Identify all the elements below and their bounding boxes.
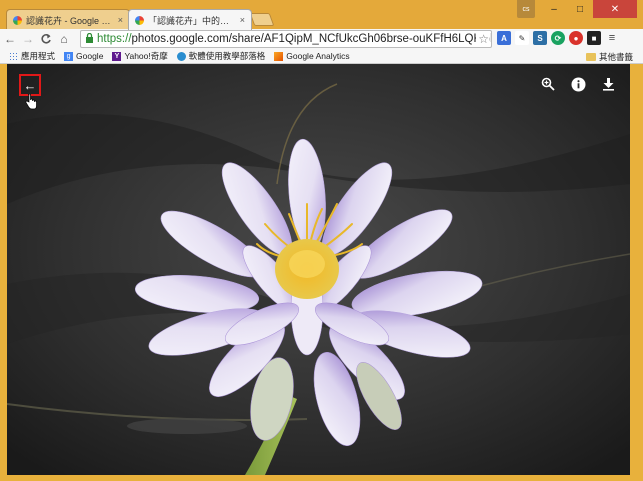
google-icon: g — [64, 51, 74, 61]
bookmark-google[interactable]: g Google — [64, 51, 103, 61]
tab-photos-active[interactable]: 「認識花卉」中的相片 - G × — [128, 9, 252, 30]
google-photos-favicon-icon — [13, 15, 22, 25]
browser-window: 認識花卉 - Google 相簿 × 「認識花卉」中的相片 - G × cs –… — [0, 0, 643, 481]
info-button[interactable] — [570, 76, 586, 92]
hand-cursor-icon — [25, 94, 37, 110]
bookmark-apps[interactable]: 應用程式 — [9, 50, 55, 62]
menu-icon[interactable]: ≡ — [605, 31, 619, 45]
tab-title: 認識花卉 - Google 相簿 — [26, 15, 114, 26]
photo-viewer: ← — [7, 64, 630, 475]
info-icon — [571, 77, 585, 91]
other-bookmarks-label: 其他書籤 — [598, 52, 633, 62]
google-photos-favicon-icon — [135, 15, 144, 25]
bookmark-label: Yahoo!奇摩 — [124, 51, 168, 61]
sync-extension-icon[interactable]: S — [533, 31, 547, 45]
tab-close-icon[interactable]: × — [240, 15, 245, 25]
download-button[interactable] — [600, 76, 616, 92]
back-arrow-button[interactable]: ← — [19, 74, 41, 96]
url-text: photos.google.com/share/AF1QipM_NCfUkcGh… — [131, 33, 492, 45]
extensions: A ✎ S ⟳ ● ■ ≡ — [497, 31, 619, 45]
bookmark-yahoo[interactable]: Y Yahoo!奇摩 — [112, 50, 168, 62]
green-extension-icon[interactable]: ⟳ — [551, 31, 565, 45]
bookmark-label: 軟體使用教學部落格 — [188, 51, 266, 61]
minimize-button[interactable]: – — [541, 0, 567, 18]
user-badge[interactable]: cs — [517, 0, 535, 18]
bookmarks-bar: 應用程式 g Google Y Yahoo!奇摩 軟體使用教學部落格 Googl… — [0, 49, 643, 64]
water-lily-photo — [7, 64, 630, 475]
reload-icon — [41, 34, 51, 44]
bookmark-star-icon[interactable]: ☆ — [476, 32, 489, 46]
maximize-button[interactable]: □ — [567, 0, 593, 18]
close-button[interactable]: ✕ — [593, 0, 637, 18]
tab-title: 「認識花卉」中的相片 - G — [148, 15, 236, 26]
title-bar: 認識花卉 - Google 相簿 × 「認識花卉」中的相片 - G × cs –… — [0, 0, 643, 30]
lock-icon — [85, 32, 94, 46]
download-icon — [602, 78, 614, 91]
folder-icon — [585, 53, 596, 61]
blog-icon — [176, 51, 186, 61]
translate-extension-icon[interactable]: A — [497, 31, 511, 45]
bookmark-label: 應用程式 — [21, 51, 56, 61]
url-scheme: https:// — [97, 33, 132, 45]
dark-extension-icon[interactable]: ■ — [587, 31, 601, 45]
back-button[interactable]: ← — [2, 31, 18, 47]
browser-toolbar: ← → ⌂ https:// photos.google.com/share/A… — [0, 29, 643, 49]
yahoo-icon: Y — [112, 51, 122, 61]
bookmark-label: Google Analytics — [286, 51, 350, 61]
record-extension-icon[interactable]: ● — [569, 31, 583, 45]
zoom-in-icon — [541, 77, 555, 91]
new-tab-button[interactable] — [249, 13, 275, 26]
forward-button[interactable]: → — [20, 31, 36, 47]
zoom-button[interactable] — [540, 76, 556, 92]
tab-album[interactable]: 認識花卉 - Google 相簿 × — [6, 9, 130, 30]
bookmark-blog[interactable]: 軟體使用教學部落格 — [176, 50, 266, 62]
apps-icon — [9, 51, 18, 61]
pen-extension-icon[interactable]: ✎ — [515, 31, 529, 45]
window-controls: cs – □ ✕ — [517, 0, 637, 18]
tab-close-icon[interactable]: × — [118, 15, 123, 25]
home-button[interactable]: ⌂ — [56, 31, 72, 47]
analytics-icon — [274, 51, 284, 61]
other-bookmarks[interactable]: 其他書籤 — [585, 51, 633, 63]
bookmark-analytics[interactable]: Google Analytics — [274, 51, 350, 61]
bookmark-label: Google — [76, 51, 104, 61]
reload-button[interactable] — [38, 31, 54, 47]
viewer-actions — [540, 76, 616, 92]
address-bar[interactable]: https:// photos.google.com/share/AF1QipM… — [80, 30, 492, 48]
